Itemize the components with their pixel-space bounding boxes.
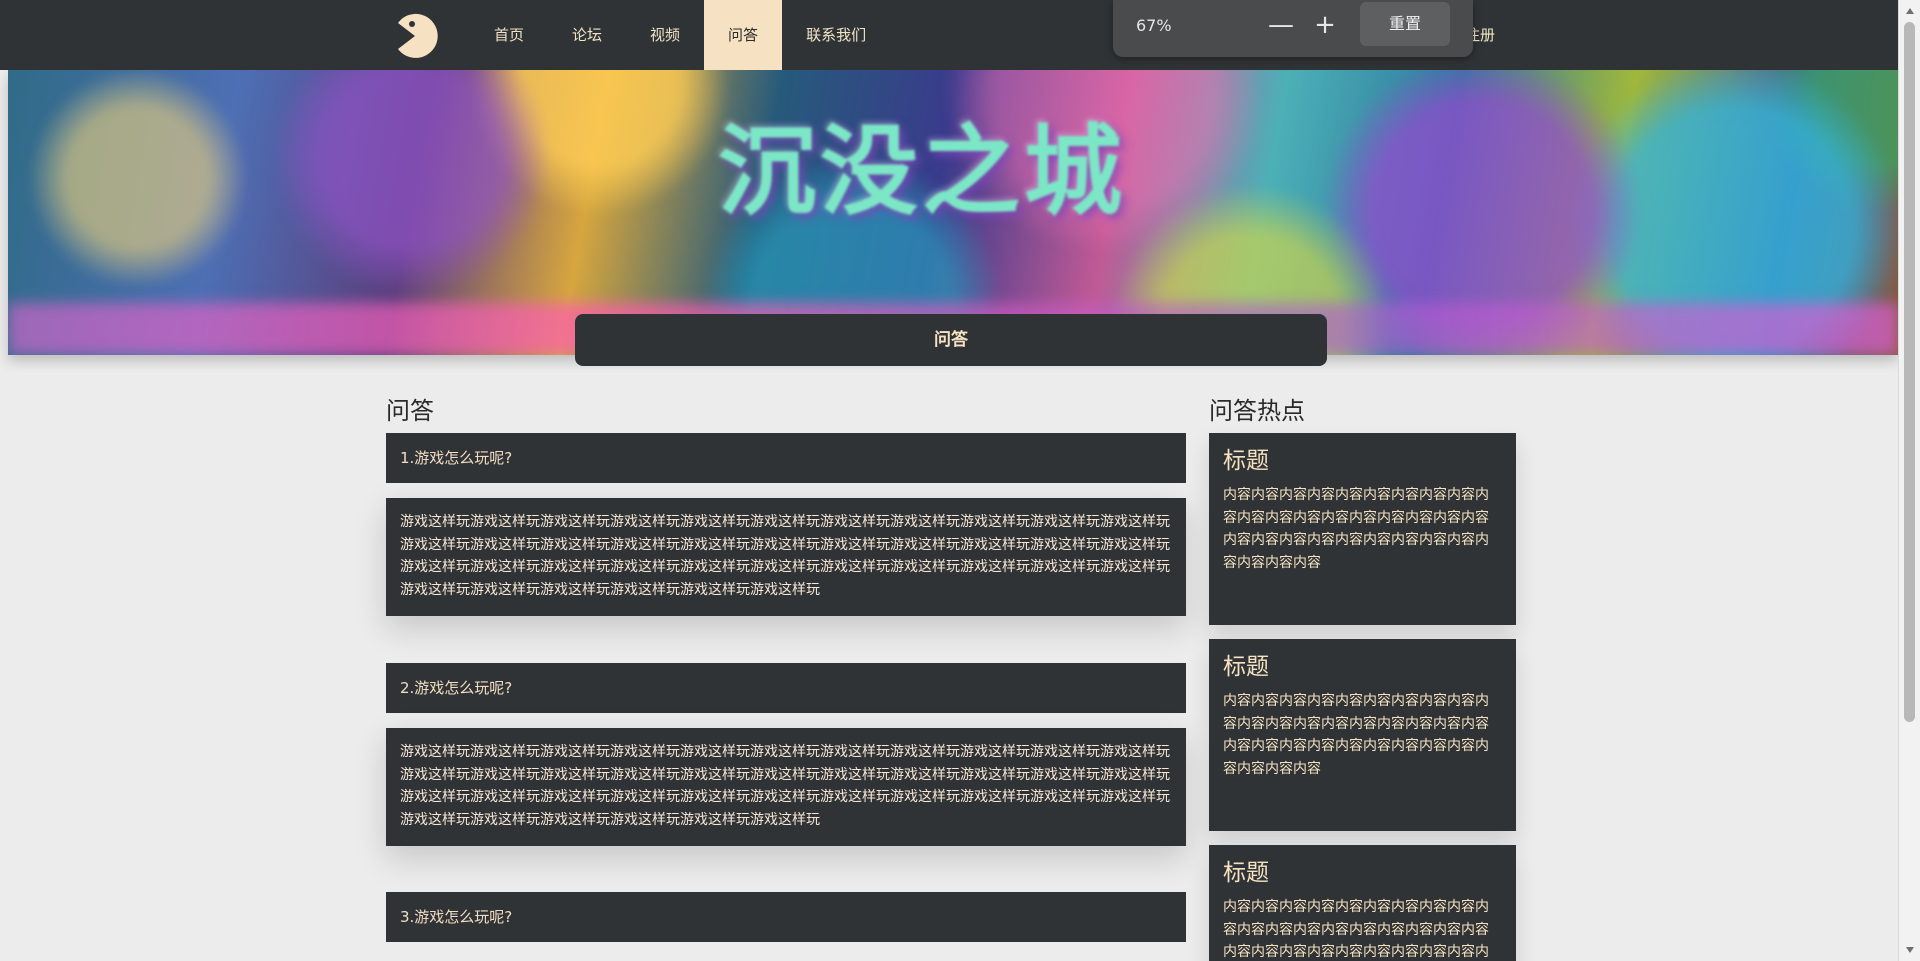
nav-item-forum[interactable]: 论坛	[548, 0, 626, 70]
hot-card[interactable]: 标题 内容内容内容内容内容内容内容内容内容内容内容内容内容内容内容内容内容内容内…	[1209, 639, 1516, 831]
hot-card-content: 内容内容内容内容内容内容内容内容内容内容内容内容内容内容内容内容内容内容内容内容…	[1223, 693, 1489, 777]
zoom-out-button[interactable]: —	[1266, 8, 1296, 42]
answer-panel: 游戏这样玩游戏这样玩游戏这样玩游戏这样玩游戏这样玩游戏这样玩游戏这样玩游戏这样玩…	[386, 728, 1186, 846]
nav-item-video[interactable]: 视频	[626, 0, 704, 70]
vertical-scrollbar[interactable]	[1898, 0, 1920, 961]
question-header[interactable]: 2.游戏怎么玩呢?	[386, 663, 1186, 713]
hot-card-title: 标题	[1223, 654, 1269, 680]
answer-panel: 游戏这样玩游戏这样玩游戏这样玩游戏这样玩游戏这样玩游戏这样玩游戏这样玩游戏这样玩…	[386, 498, 1186, 616]
browser-zoom-popup: 67% — + 重置	[1113, 0, 1473, 57]
hot-section-title: 问答热点	[1209, 397, 1305, 425]
qa-section-title: 问答	[386, 397, 434, 425]
zoom-reset-button[interactable]: 重置	[1360, 2, 1450, 46]
nav-item-contact[interactable]: 联系我们	[782, 0, 890, 70]
qa-item: 3.游戏怎么玩呢?	[386, 892, 1186, 942]
scroll-thumb[interactable]	[1904, 22, 1915, 722]
scroll-down-arrow-icon[interactable]	[1906, 947, 1914, 953]
zoom-level-value: 67%	[1136, 16, 1172, 35]
qa-title-bar: 问答	[575, 314, 1327, 366]
pacman-logo-icon[interactable]	[388, 10, 440, 62]
qa-item: 1.游戏怎么玩呢? 游戏这样玩游戏这样玩游戏这样玩游戏这样玩游戏这样玩游戏这样玩…	[386, 433, 1186, 616]
hot-card[interactable]: 标题 内容内容内容内容内容内容内容内容内容内容内容内容内容内容内容内容内容内容内…	[1209, 845, 1516, 961]
hot-card-content: 内容内容内容内容内容内容内容内容内容内容内容内容内容内容内容内容内容内容内容内容…	[1223, 899, 1489, 960]
qa-item: 2.游戏怎么玩呢? 游戏这样玩游戏这样玩游戏这样玩游戏这样玩游戏这样玩游戏这样玩…	[386, 663, 1186, 846]
hot-card-title: 标题	[1223, 860, 1269, 886]
question-header[interactable]: 1.游戏怎么玩呢?	[386, 433, 1186, 483]
zoom-in-button[interactable]: +	[1310, 8, 1340, 42]
hot-card-content: 内容内容内容内容内容内容内容内容内容内容内容内容内容内容内容内容内容内容内容内容…	[1223, 487, 1489, 571]
nav-item-qa[interactable]: 问答	[704, 0, 783, 70]
page: 首页 论坛 视频 问答 联系我们 注册 67% — + 重置 沉没之城 问答 问…	[0, 0, 1920, 961]
top-navigation-bar: 首页 论坛 视频 问答 联系我们 注册	[0, 0, 1898, 70]
hot-card-title: 标题	[1223, 448, 1269, 474]
nav-item-home[interactable]: 首页	[470, 0, 548, 70]
hot-card[interactable]: 标题 内容内容内容内容内容内容内容内容内容内容内容内容内容内容内容内容内容内容内…	[1209, 433, 1516, 625]
banner-title: 沉没之城	[718, 114, 1127, 229]
question-header[interactable]: 3.游戏怎么玩呢?	[386, 892, 1186, 942]
scroll-up-arrow-icon[interactable]	[1906, 8, 1914, 14]
main-nav: 首页 论坛 视频 问答 联系我们	[470, 0, 890, 70]
hero-banner: 沉没之城	[8, 70, 1898, 355]
